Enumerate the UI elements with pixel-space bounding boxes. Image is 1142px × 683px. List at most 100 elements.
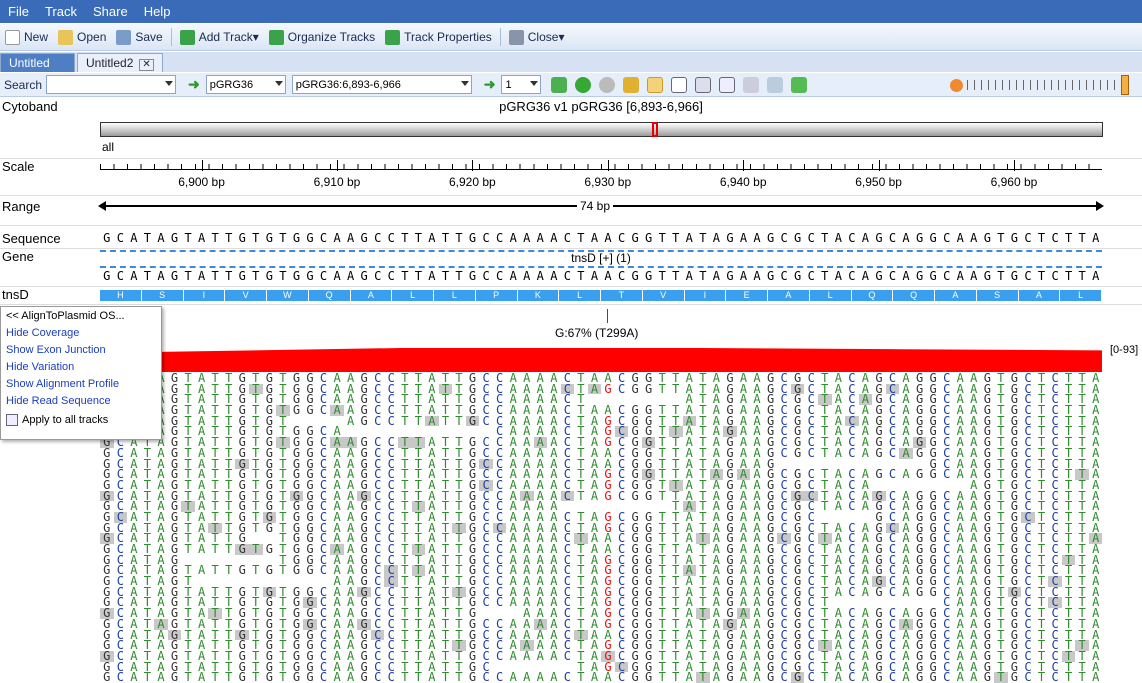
export-icon[interactable]	[791, 76, 808, 93]
organize-tracks-button[interactable]: Organize Tracks	[264, 26, 380, 48]
save-button[interactable]: Save	[111, 26, 167, 48]
table-icon[interactable]	[695, 76, 712, 93]
base: A	[523, 231, 531, 245]
show-alignment-profile-link[interactable]: Show Alignment Profile	[6, 376, 156, 393]
base: T	[225, 231, 233, 245]
new-button[interactable]: New	[0, 26, 53, 48]
base: G	[468, 231, 477, 245]
base: A	[428, 231, 436, 245]
hide-coverage-link[interactable]: Hide Coverage	[6, 325, 156, 342]
amino-acid: H	[100, 290, 141, 301]
gene-name: tnsD [+] (1)	[571, 251, 631, 265]
base: G	[292, 231, 301, 245]
read-row: GCATAGTATTGTGTGGCAAGCCTTATTGCCAAAACTAGCG…	[100, 650, 1102, 662]
base: T	[225, 269, 233, 283]
show-exon-junction-link[interactable]: Show Exon Junction	[6, 342, 156, 359]
popup-title[interactable]: << AlignToPlasmid OS...	[6, 310, 156, 322]
base: G	[929, 231, 937, 245]
base: C	[387, 269, 395, 283]
coverage-bar[interactable]	[100, 348, 1102, 372]
read-row: GCATAGTATTGTGTGGCAAGCCTTATTGCCAAAACTAGCG…	[103, 477, 1100, 492]
cytoband-ideogram[interactable]	[100, 122, 1103, 137]
grid-icon[interactable]	[719, 76, 736, 93]
amino-acid: L	[434, 290, 475, 301]
chevron-down-icon	[530, 81, 539, 86]
region-icon[interactable]	[671, 76, 688, 93]
base: A	[523, 269, 531, 283]
divider	[0, 304, 1142, 305]
base: T	[455, 269, 463, 283]
amino-acid: Q	[851, 290, 893, 301]
base: G	[238, 269, 246, 283]
select-pointer-icon[interactable]	[647, 76, 664, 93]
base: T	[1064, 269, 1073, 283]
amino-acid: L	[559, 290, 600, 301]
base: A	[130, 231, 138, 245]
range-label: Range	[2, 199, 41, 214]
base: C	[482, 231, 490, 245]
genome-select[interactable]: pGRG36	[205, 75, 286, 94]
alignment-reads[interactable]: GCATAGTATTGTGTGGCAAGCCTTATTGCCAAAACTAACG…	[100, 373, 1102, 683]
location-input[interactable]: pGRG36:6,893-6,966	[291, 75, 472, 94]
add-track-button[interactable]: Add Track ▾	[175, 26, 264, 48]
frame-select[interactable]: 1	[501, 75, 542, 94]
base: T	[1078, 231, 1086, 245]
menu-track[interactable]: Track	[37, 4, 85, 19]
tab-untitled2[interactable]: Untitled2 ✕	[77, 53, 163, 72]
apply-all-row: Apply to all tracks	[6, 414, 156, 426]
folder-icon	[58, 29, 74, 45]
forward-icon[interactable]	[599, 76, 616, 93]
amino-acid-track: HSIVWQALLPKLTVIEALQQASAL	[100, 290, 1102, 301]
hide-variation-link[interactable]: Hide Variation	[6, 359, 156, 376]
base: G	[170, 269, 179, 283]
search-input[interactable]	[46, 75, 176, 94]
read-row: GCATAGTATTGTGTGGCAAGCCTTATTGCCAAAACTAACG…	[100, 404, 1102, 416]
menu-help[interactable]: Help	[136, 4, 179, 19]
amino-acid: Q	[893, 290, 934, 301]
track-properties-button[interactable]: Track Properties	[380, 26, 497, 48]
variant-marker	[607, 309, 608, 323]
hide-read-sequence-link[interactable]: Hide Read Sequence	[6, 393, 156, 410]
go-arrow-icon[interactable]: ➜	[188, 76, 200, 93]
cytoband-title: pGRG36 v1 pGRG36 [6,893-6,966]	[499, 99, 703, 114]
base: G	[238, 231, 246, 245]
menu-share[interactable]: Share	[85, 4, 136, 19]
close-button[interactable]: Close ▾	[504, 26, 570, 48]
scale-major-tick	[472, 160, 474, 171]
slider-thumb[interactable]	[1121, 75, 1129, 95]
base: G	[468, 269, 477, 283]
read-row: GCATAGTATTGTGTGGCAAGCCTTATTGCCAAAACTAACG…	[103, 542, 1100, 556]
base: G	[170, 231, 179, 245]
open-button[interactable]: Open	[53, 26, 111, 48]
base: A	[197, 269, 206, 283]
amino-acid: A	[350, 290, 392, 301]
amino-acid: K	[517, 290, 559, 301]
add-bookmark-icon[interactable]	[623, 76, 640, 93]
read-row: GCATAGTATTGTGTGGCAAGCCTTATTGCCAAAACTAGCG…	[100, 436, 1102, 448]
base: T	[401, 231, 409, 245]
base: G	[306, 269, 314, 283]
zoom-slider[interactable]	[946, 75, 1136, 95]
base: A	[956, 231, 964, 245]
apply-all-checkbox[interactable]	[6, 414, 18, 426]
base: A	[428, 269, 436, 283]
go-location-icon[interactable]: ➜	[484, 76, 496, 93]
read-row: GCATAGTATTGTGTGGCAAGCCTTATTGC TAGCGGTTAT…	[103, 659, 1100, 674]
base: C	[482, 269, 490, 283]
tab-untitled[interactable]: Untitled	[0, 53, 75, 72]
close-tab-icon[interactable]: ✕	[139, 59, 154, 71]
read-row: GCATAGTATTGTGTGGCAAGCCTTATTGCCAAAACTAGCG…	[100, 490, 1102, 501]
coverage-range: [0-93]	[1110, 344, 1139, 356]
copy-icon[interactable]	[767, 76, 784, 93]
refresh-icon[interactable]	[551, 76, 568, 93]
gene-label: Gene	[2, 249, 34, 264]
menu-file[interactable]: File	[0, 4, 37, 19]
back-icon[interactable]	[575, 76, 592, 93]
abc-tool-icon[interactable]	[743, 76, 760, 93]
base: C	[116, 231, 124, 245]
read-row: GCATAGTATTGTGT AGCCTTATTGCCAAAACTAGCGGTT…	[103, 413, 1100, 428]
close-icon	[508, 29, 524, 45]
divider	[0, 195, 1142, 196]
base: T	[143, 269, 152, 283]
base: A	[861, 231, 870, 245]
